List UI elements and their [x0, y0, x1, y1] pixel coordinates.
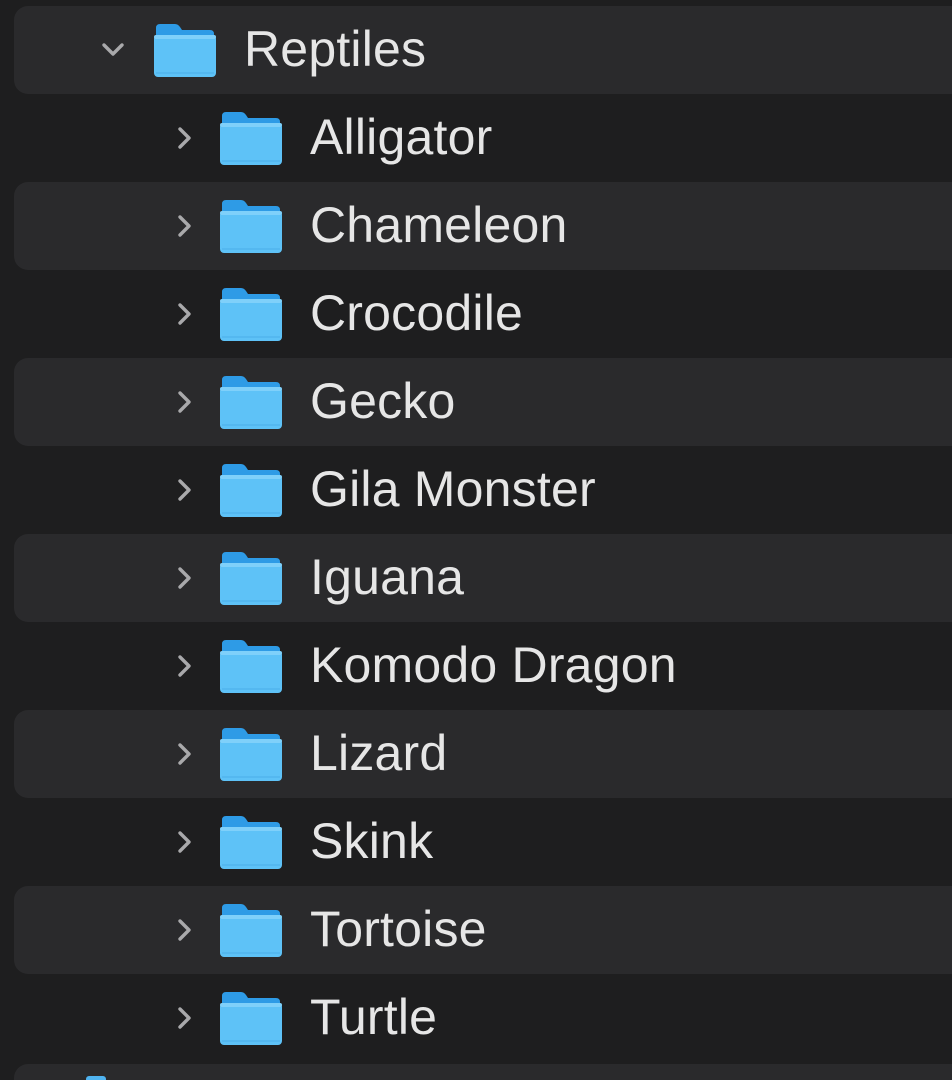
- tree-row-crocodile[interactable]: Crocodile: [14, 270, 952, 358]
- tree-row-lizard[interactable]: Lizard: [14, 710, 952, 798]
- folder-label: Skink: [310, 812, 434, 869]
- chevron-right-icon[interactable]: [170, 651, 200, 681]
- folder-label: Tortoise: [310, 900, 487, 957]
- next-row-partial[interactable]: [14, 1064, 952, 1080]
- folder-icon: [219, 550, 283, 606]
- folder-icon: [219, 990, 283, 1046]
- folder-label: Reptiles: [244, 20, 427, 77]
- file-tree: Reptiles Alligator Chameleon Crocodile G…: [0, 0, 952, 1080]
- folder-label: Lizard: [310, 724, 448, 781]
- tree-row-alligator[interactable]: Alligator: [14, 94, 952, 182]
- tree-row-tortoise[interactable]: Tortoise: [14, 886, 952, 974]
- tree-row-komodo-dragon[interactable]: Komodo Dragon: [14, 622, 952, 710]
- folder-label: Komodo Dragon: [310, 636, 677, 693]
- folder-icon: [153, 22, 217, 78]
- tree-row-gila-monster[interactable]: Gila Monster: [14, 446, 952, 534]
- chevron-right-icon[interactable]: [170, 1003, 200, 1033]
- tree-row-reptiles[interactable]: Reptiles: [14, 6, 952, 94]
- tree-row-turtle[interactable]: Turtle: [14, 974, 952, 1062]
- folder-label: Iguana: [310, 548, 465, 605]
- folder-icon: [219, 462, 283, 518]
- tree-row-chameleon[interactable]: Chameleon: [14, 182, 952, 270]
- folder-icon: [219, 286, 283, 342]
- folder-label: Turtle: [310, 988, 438, 1045]
- chevron-right-icon[interactable]: [170, 123, 200, 153]
- folder-icon: [86, 1076, 106, 1080]
- tree-row-skink[interactable]: Skink: [14, 798, 952, 886]
- folder-icon: [219, 814, 283, 870]
- chevron-right-icon[interactable]: [170, 211, 200, 241]
- chevron-right-icon[interactable]: [170, 563, 200, 593]
- folder-icon: [219, 638, 283, 694]
- tree-row-gecko[interactable]: Gecko: [14, 358, 952, 446]
- tree-row-iguana[interactable]: Iguana: [14, 534, 952, 622]
- folder-label: Chameleon: [310, 196, 568, 253]
- folder-icon: [219, 902, 283, 958]
- chevron-right-icon[interactable]: [170, 299, 200, 329]
- chevron-right-icon[interactable]: [170, 475, 200, 505]
- folder-label: Gecko: [310, 372, 456, 429]
- chevron-right-icon[interactable]: [170, 827, 200, 857]
- folder-icon: [219, 374, 283, 430]
- folder-label: Gila Monster: [310, 460, 596, 517]
- folder-icon: [219, 110, 283, 166]
- chevron-right-icon[interactable]: [170, 739, 200, 769]
- folder-icon: [219, 726, 283, 782]
- folder-label: Crocodile: [310, 284, 524, 341]
- chevron-right-icon[interactable]: [170, 915, 200, 945]
- folder-label: Alligator: [310, 108, 493, 165]
- folder-icon: [219, 198, 283, 254]
- chevron-down-icon[interactable]: [98, 35, 128, 65]
- chevron-right-icon[interactable]: [170, 387, 200, 417]
